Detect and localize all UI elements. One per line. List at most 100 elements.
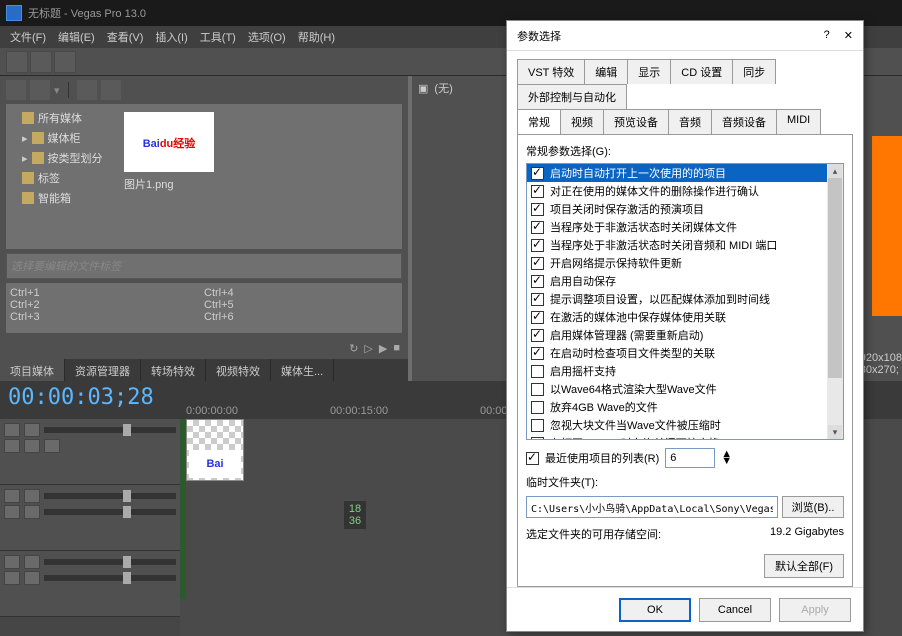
tab-display[interactable]: 显示: [627, 59, 671, 84]
timecode-display[interactable]: 00:00:03;28: [0, 381, 180, 419]
import-icon[interactable]: [6, 80, 26, 100]
capture-icon[interactable]: [30, 80, 50, 100]
menu-options[interactable]: 选项(O): [242, 27, 292, 47]
tree-smart-bin[interactable]: 智能箱: [10, 188, 112, 208]
tab-general[interactable]: 常规: [517, 109, 561, 134]
checkbox[interactable]: [531, 257, 544, 270]
tab-external[interactable]: 外部控制与自动化: [517, 84, 627, 109]
scroll-thumb[interactable]: [828, 178, 842, 378]
tab-edit[interactable]: 编辑: [584, 59, 628, 84]
checkbox[interactable]: [531, 329, 544, 342]
cancel-button[interactable]: Cancel: [699, 598, 771, 622]
shortcut-2[interactable]: Ctrl+2: [10, 299, 204, 311]
pan-slider[interactable]: [44, 509, 176, 515]
tab-cd[interactable]: CD 设置: [670, 59, 733, 84]
option-item[interactable]: 提示调整项目设置，以匹配媒体添加到时间线: [527, 290, 843, 308]
shortcut-1[interactable]: Ctrl+1: [10, 287, 204, 299]
checkbox[interactable]: [531, 401, 544, 414]
mute-icon[interactable]: [4, 505, 20, 519]
shortcut-5[interactable]: Ctrl+5: [204, 299, 398, 311]
solo-icon[interactable]: [24, 505, 40, 519]
tree-media-bin[interactable]: ▸媒体柜: [10, 128, 112, 148]
menu-help[interactable]: 帮助(H): [292, 27, 341, 47]
video-track-header[interactable]: [0, 419, 180, 485]
option-item[interactable]: 当程序处于非激活状态时关闭媒体文件: [527, 218, 843, 236]
solo-icon[interactable]: [24, 439, 40, 453]
pan-slider[interactable]: [44, 575, 176, 581]
tab-project-media[interactable]: 项目媒体: [0, 359, 65, 381]
audio-track-2-header[interactable]: [0, 551, 180, 617]
dialog-titlebar[interactable]: 参数选择 ? ✕: [507, 21, 863, 51]
checkbox[interactable]: [531, 365, 544, 378]
scroll-down-icon[interactable]: ▾: [828, 425, 842, 439]
tab-midi[interactable]: MIDI: [776, 109, 821, 134]
option-item[interactable]: 启动时自动打开上一次使用的的项目: [527, 164, 843, 182]
tab-video-fx[interactable]: 视频特效: [206, 359, 271, 381]
tree-all-media[interactable]: 所有媒体: [10, 108, 112, 128]
scroll-up-icon[interactable]: ▴: [828, 164, 842, 178]
tab-audio-device[interactable]: 音频设备: [711, 109, 777, 134]
browse-button[interactable]: 浏览(B)..: [782, 496, 844, 518]
option-item[interactable]: 对正在使用的媒体文件的删除操作进行确认: [527, 182, 843, 200]
tab-vst[interactable]: VST 特效: [517, 59, 585, 84]
recent-projects-checkbox[interactable]: [526, 452, 539, 465]
checkbox[interactable]: [531, 221, 544, 234]
tab-audio[interactable]: 音频: [668, 109, 712, 134]
track-fx-icon[interactable]: [24, 489, 40, 503]
motion-icon[interactable]: [44, 439, 60, 453]
tab-transitions[interactable]: 转场特效: [141, 359, 206, 381]
help-icon[interactable]: ?: [824, 29, 830, 42]
toolbar-save-icon[interactable]: [54, 51, 76, 73]
close-icon[interactable]: ✕: [844, 29, 853, 42]
tree-by-type[interactable]: ▸按类型划分: [10, 148, 112, 168]
stop-icon[interactable]: ■: [393, 342, 400, 354]
checkbox[interactable]: [531, 203, 544, 216]
volume-slider[interactable]: [44, 559, 176, 565]
temp-folder-input[interactable]: [526, 496, 778, 518]
media-thumbnail[interactable]: Baidu经验: [124, 112, 214, 172]
apply-button[interactable]: Apply: [779, 598, 851, 622]
play-start-icon[interactable]: ▷: [364, 342, 372, 355]
menu-view[interactable]: 查看(V): [101, 27, 150, 47]
general-options-list[interactable]: 启动时自动打开上一次使用的的项目对正在使用的媒体文件的删除操作进行确认项目关闭时…: [526, 163, 844, 440]
refresh-icon[interactable]: [101, 80, 121, 100]
checkbox[interactable]: [531, 311, 544, 324]
checkbox[interactable]: [531, 275, 544, 288]
loop-icon[interactable]: ↻: [349, 342, 358, 355]
option-item[interactable]: 以Wave64格式渲染大型Wave文件: [527, 380, 843, 398]
option-item[interactable]: 开启网络提示保持软件更新: [527, 254, 843, 272]
shortcut-6[interactable]: Ctrl+6: [204, 311, 398, 323]
video-clip[interactable]: Bai: [186, 419, 244, 481]
shortcut-3[interactable]: Ctrl+3: [10, 311, 204, 323]
views-icon[interactable]: [77, 80, 97, 100]
option-item[interactable]: 启用媒体管理器 (需要重新启动): [527, 326, 843, 344]
checkbox[interactable]: [531, 167, 544, 180]
mute-icon[interactable]: [4, 439, 20, 453]
tab-media-gen[interactable]: 媒体生...: [271, 359, 334, 381]
menu-edit[interactable]: 编辑(E): [52, 27, 101, 47]
tab-preview-device[interactable]: 预览设备: [603, 109, 669, 134]
track-number-icon[interactable]: [4, 555, 20, 569]
option-item[interactable]: 启用自动保存: [527, 272, 843, 290]
toolbar-open-icon[interactable]: [30, 51, 52, 73]
solo-icon[interactable]: [24, 571, 40, 585]
track-number-icon[interactable]: [4, 489, 20, 503]
option-item[interactable]: 当程序处于非激活状态时关闭音频和 MIDI 端口: [527, 236, 843, 254]
play-icon[interactable]: ▶: [379, 342, 387, 355]
tags-placeholder[interactable]: 选择要编辑的文件标签: [6, 253, 402, 279]
ok-button[interactable]: OK: [619, 598, 691, 622]
spinner-down-icon[interactable]: ▼: [721, 458, 732, 465]
tab-explorer[interactable]: 资源管理器: [65, 359, 141, 381]
toolbar-new-icon[interactable]: [6, 51, 28, 73]
option-item[interactable]: 忽视大块文件当Wave文件被压缩时: [527, 416, 843, 434]
menu-insert[interactable]: 插入(I): [149, 27, 193, 47]
scrollbar[interactable]: ▴ ▾: [827, 164, 843, 439]
option-item[interactable]: 启用摇杆支持: [527, 362, 843, 380]
tab-sync[interactable]: 同步: [732, 59, 776, 84]
opacity-slider[interactable]: [44, 427, 176, 433]
volume-slider[interactable]: [44, 493, 176, 499]
track-fx-icon[interactable]: [24, 555, 40, 569]
track-fx-icon[interactable]: [24, 423, 40, 437]
checkbox[interactable]: [531, 293, 544, 306]
checkbox[interactable]: [531, 437, 544, 441]
